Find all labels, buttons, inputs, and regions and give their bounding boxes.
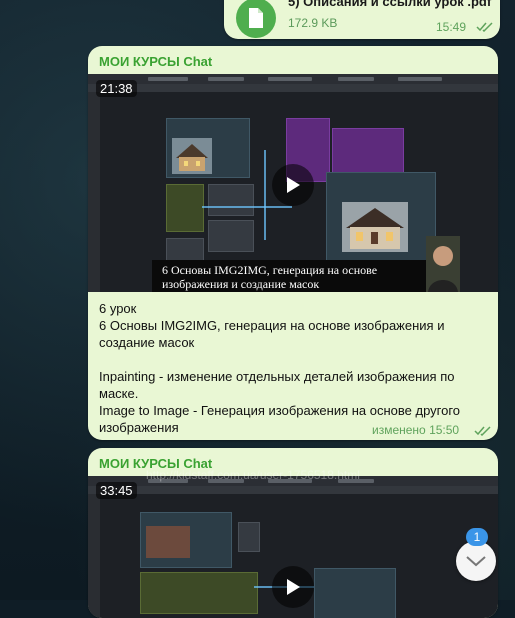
watermark: http://kidstaff.com.ua/user-1756518.html xyxy=(146,468,360,482)
video-preview[interactable]: 33:45 xyxy=(88,476,498,618)
message-time: изменено 15:50 xyxy=(372,423,460,437)
house-render xyxy=(342,202,408,257)
video-message: МОИ КУРСЫ Chat 21:38 6 Основы IMG2IMG, г… xyxy=(88,46,498,440)
sender-name[interactable]: МОИ КУРСЫ Chat xyxy=(99,54,212,69)
message-time: 15:49 xyxy=(436,20,467,34)
play-button[interactable] xyxy=(272,566,314,608)
file-message[interactable]: 5) Описания и ссылки урок .pdf 172.9 KB … xyxy=(224,0,500,39)
app-sidebar xyxy=(88,92,100,292)
video-preview[interactable]: 21:38 6 Основы IMG2IMG, генерация на осн… xyxy=(88,74,498,292)
video-duration: 21:38 xyxy=(96,80,137,97)
file-name[interactable]: 5) Описания и ссылки урок .pdf xyxy=(288,0,491,9)
image-thumbnail xyxy=(146,526,190,558)
video-duration: 33:45 xyxy=(96,482,137,499)
app-toolbar xyxy=(88,486,498,494)
app-sidebar xyxy=(88,494,100,618)
scroll-down-button[interactable] xyxy=(456,541,496,581)
unread-count-badge: 1 xyxy=(466,528,488,546)
video-subtitle: 6 Основы IMG2IMG, генерация на основе из… xyxy=(152,260,454,292)
file-size: 172.9 KB xyxy=(288,16,338,30)
play-button[interactable] xyxy=(272,164,314,206)
document-icon[interactable] xyxy=(236,0,276,38)
chevron-down-icon xyxy=(466,556,486,567)
read-checkmarks-icon xyxy=(474,426,491,436)
house-thumbnail xyxy=(172,138,212,179)
message-caption: 6 урок 6 Основы IMG2IMG, генерация на ос… xyxy=(99,301,461,435)
presenter-webcam xyxy=(426,236,460,292)
read-checkmarks-icon xyxy=(476,22,493,32)
app-toolbar xyxy=(88,84,498,92)
